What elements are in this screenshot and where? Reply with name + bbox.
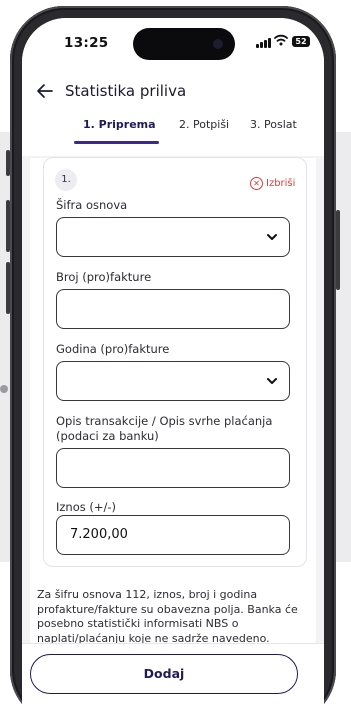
phone-screen: 13:25 52 Statistika priliva 1. Priprema … [22, 18, 324, 724]
active-tab-indicator [74, 141, 159, 144]
status-time: 13:25 [64, 35, 109, 51]
phone-side-button [6, 150, 10, 176]
tab-poslat[interactable]: 3. Poslat [250, 118, 297, 131]
delete-label: Izbriši [266, 178, 296, 189]
status-bar: 13:25 52 [22, 18, 324, 70]
chevron-down-icon [267, 378, 277, 384]
page-title: Statistika priliva [65, 82, 187, 100]
iznos-input[interactable]: 7.200,00 [56, 515, 290, 555]
godina-fakture-select[interactable] [56, 361, 290, 401]
iznos-value: 7.200,00 [70, 527, 128, 542]
battery-icon: 52 [292, 36, 310, 47]
camera-icon [213, 39, 223, 49]
dynamic-island [133, 28, 235, 60]
side-indicator-dot [0, 385, 8, 393]
info-note: Za šifru osnova 112, iznos, broj i godin… [37, 588, 298, 645]
field-label-opis: Opis transakcije / Opis svrhe plaćanja (… [56, 414, 273, 443]
field-label-godina: Godina (pro)fakture [56, 342, 170, 356]
sifra-osnova-select[interactable] [56, 217, 290, 257]
wifi-icon [274, 34, 288, 46]
phone-side-button [336, 210, 340, 290]
app-header: Statistika priliva 1. Priprema 2. Potpiš… [22, 70, 324, 157]
footer-bar: Dodaj [22, 643, 324, 724]
field-label-sifra: Šifra osnova [56, 198, 128, 212]
broj-fakture-input[interactable] [56, 289, 290, 329]
opis-transakcije-input[interactable] [56, 448, 290, 488]
phone-side-button [6, 262, 10, 314]
chevron-down-icon [267, 234, 277, 240]
add-button[interactable]: Dodaj [30, 654, 298, 694]
field-label-broj: Broj (pro)fakture [56, 270, 152, 284]
entry-number-badge: 1. [55, 169, 77, 191]
signal-icon [256, 38, 271, 48]
phone-side-button [6, 200, 10, 252]
tab-potpisi[interactable]: 2. Potpiši [179, 118, 229, 131]
tab-priprema[interactable]: 1. Priprema [83, 118, 156, 131]
back-arrow-icon[interactable] [34, 80, 56, 102]
field-label-iznos: Iznos (+/-) [56, 500, 117, 514]
delete-entry-button[interactable]: ✕ Izbriši [250, 177, 295, 190]
main-content: 1. ✕ Izbriši Šifra osnova Broj (pro)fakt… [22, 156, 324, 724]
close-circle-icon: ✕ [250, 177, 263, 190]
